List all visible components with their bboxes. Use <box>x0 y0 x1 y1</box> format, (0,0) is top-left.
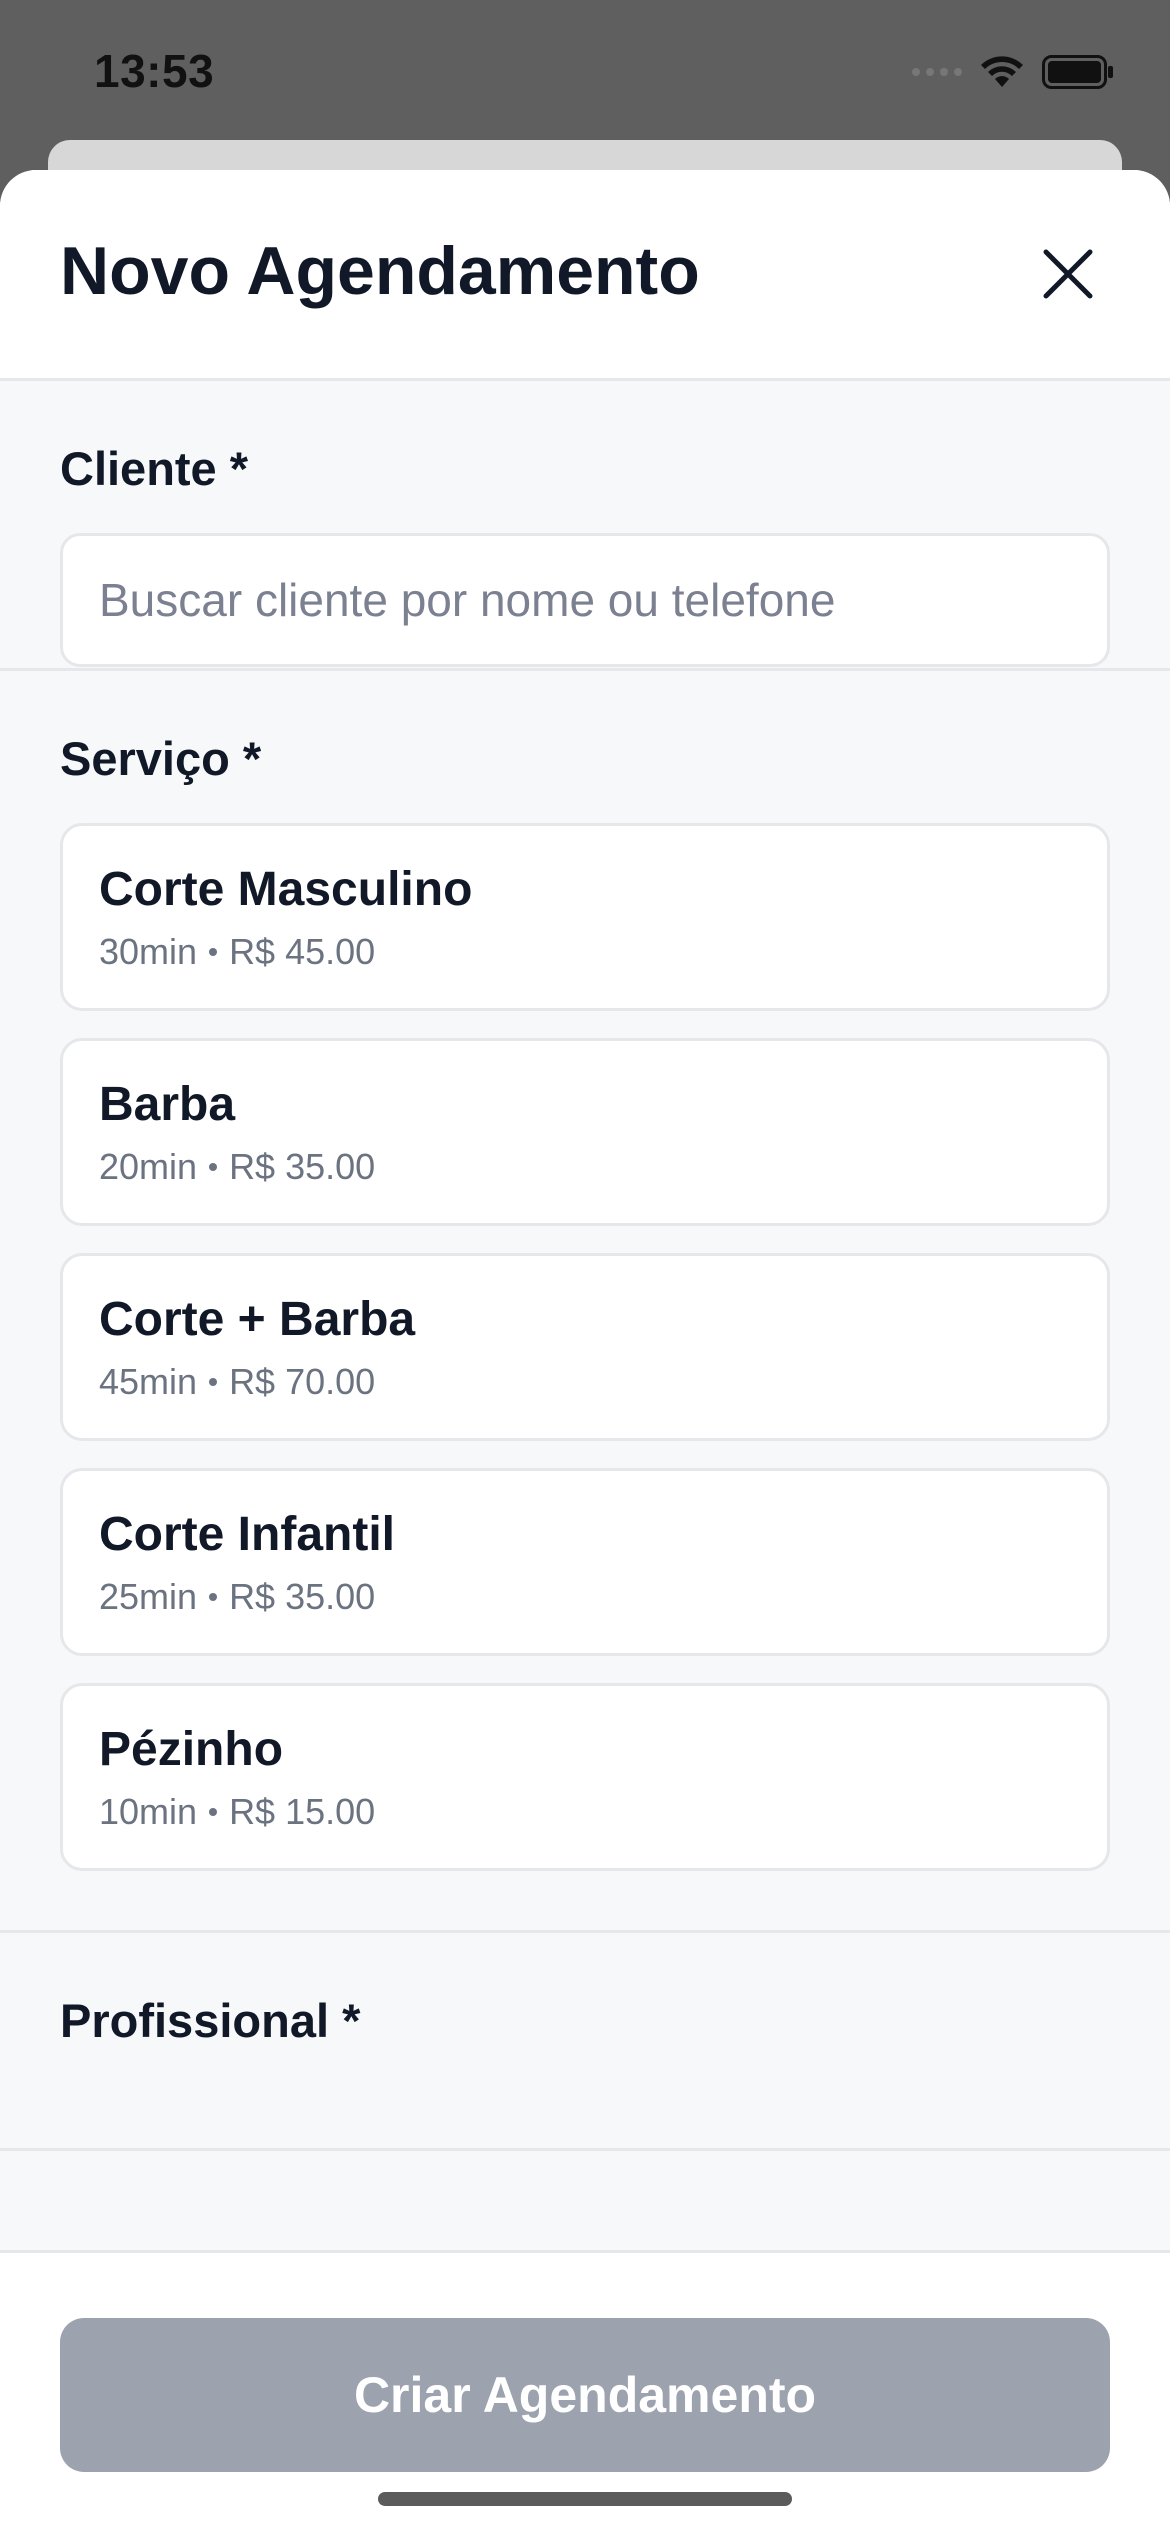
service-name: Corte + Barba <box>99 1293 416 1346</box>
service-option-barba[interactable]: Barba 20min R$ 35.00 <box>60 1038 1110 1226</box>
separator-dot <box>209 1378 218 1386</box>
cellular-signal-icon <box>912 68 962 76</box>
service-name: Pézinho <box>99 1723 284 1776</box>
service-meta: 45min R$ 70.00 <box>99 1360 1071 1404</box>
service-meta: 25min R$ 35.00 <box>99 1575 1071 1619</box>
service-section: Serviço * Corte Masculino 30min R$ 45.00… <box>0 671 1170 1933</box>
service-option-corte-infantil[interactable]: Corte Infantil 25min R$ 35.00 <box>60 1468 1110 1656</box>
client-search-input[interactable] <box>60 533 1110 667</box>
service-duration: 30min <box>99 931 198 972</box>
service-price: R$ 70.00 <box>229 1361 376 1402</box>
status-bar: 13:53 <box>0 0 1170 140</box>
service-name: Barba <box>99 1078 236 1131</box>
service-meta: 30min R$ 45.00 <box>99 930 1071 974</box>
battery-icon <box>1042 55 1113 89</box>
professional-section: Profissional * <box>0 1933 1170 2151</box>
service-label: Serviço * <box>60 732 262 785</box>
service-price: R$ 35.00 <box>229 1576 376 1617</box>
separator-dot <box>209 948 218 956</box>
service-meta: 10min R$ 15.00 <box>99 1790 1071 1834</box>
sheet-header: Novo Agendamento <box>0 170 1170 381</box>
create-appointment-button[interactable]: Criar Agendamento <box>60 2318 1110 2472</box>
sheet-title: Novo Agendamento <box>60 233 700 309</box>
service-price: R$ 15.00 <box>229 1791 376 1832</box>
service-option-corte-barba[interactable]: Corte + Barba 45min R$ 70.00 <box>60 1253 1110 1441</box>
service-list: Corte Masculino 30min R$ 45.00 Barba 20m… <box>60 823 1110 1871</box>
client-label: Cliente * <box>60 442 249 495</box>
service-meta: 20min R$ 35.00 <box>99 1145 1071 1189</box>
sheet-footer: Criar Agendamento <box>0 2250 1170 2532</box>
service-duration: 10min <box>99 1791 198 1832</box>
client-section: Cliente * <box>0 381 1170 671</box>
service-name: Corte Infantil <box>99 1508 395 1561</box>
footer-gap <box>0 2218 1170 2250</box>
home-indicator <box>378 2492 792 2506</box>
new-appointment-sheet: Novo Agendamento Cliente * Serviço * Cor… <box>0 170 1170 2532</box>
service-duration: 25min <box>99 1576 198 1617</box>
screen: 13:53 Novo Agendamento Cliente * Buscar … <box>0 0 1170 2532</box>
close-icon <box>1043 249 1093 299</box>
separator-dot <box>209 1593 218 1601</box>
service-duration: 20min <box>99 1146 198 1187</box>
service-name: Corte Masculino <box>99 863 473 916</box>
status-icons <box>912 52 1114 92</box>
professional-label: Profissional * <box>60 1994 361 2047</box>
service-duration: 45min <box>99 1361 198 1402</box>
service-price: R$ 35.00 <box>229 1146 376 1187</box>
service-option-pezinho[interactable]: Pézinho 10min R$ 15.00 <box>60 1683 1110 1871</box>
service-price: R$ 45.00 <box>229 931 376 972</box>
service-option-corte-masculino[interactable]: Corte Masculino 30min R$ 45.00 <box>60 823 1110 1011</box>
status-time: 13:53 <box>94 45 215 97</box>
wifi-icon <box>981 56 1023 87</box>
close-button[interactable] <box>1026 232 1110 316</box>
separator-dot <box>209 1808 218 1816</box>
separator-dot <box>209 1163 218 1171</box>
